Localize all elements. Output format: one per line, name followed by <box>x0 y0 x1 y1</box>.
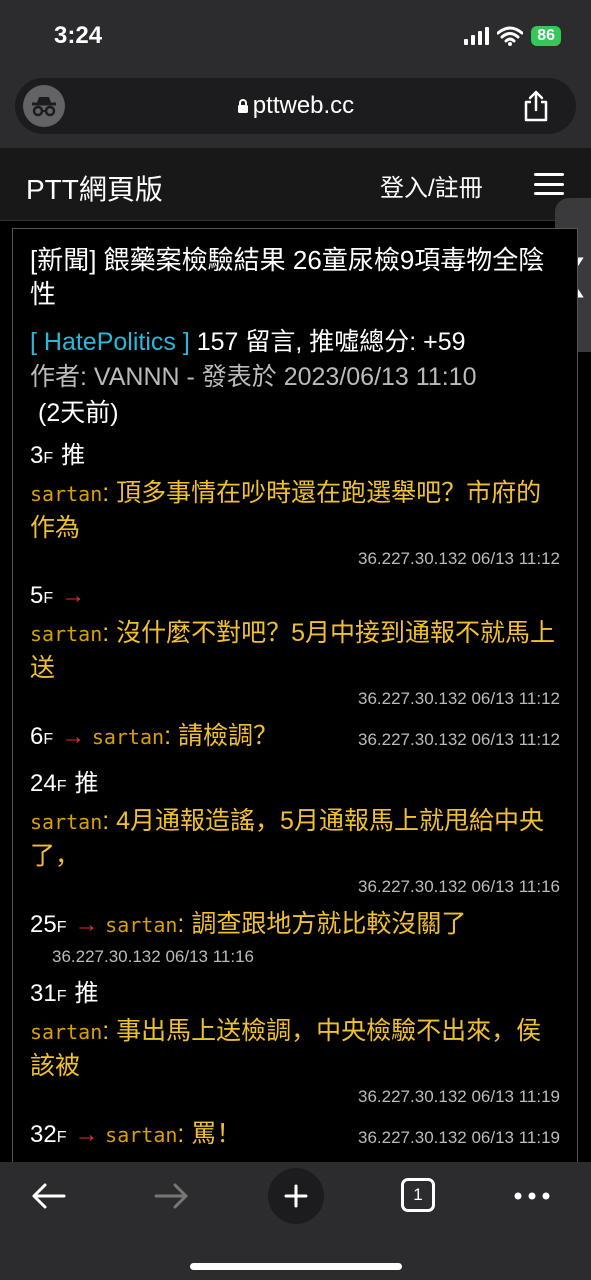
comment-text: 事出馬上送檢調，中央檢驗不出來，侯該被 <box>30 1017 542 1080</box>
back-icon[interactable] <box>20 1172 76 1220</box>
comment-text: 調查跟地方就比較沒關了 <box>191 910 467 938</box>
article-meta: [ HatePolitics ] 157 留言, 推噓總分: +59 <box>30 325 560 359</box>
battery-indicator: 86 <box>531 26 561 46</box>
share-icon[interactable] <box>516 86 556 126</box>
comment-text: 4月通報造謠，5月通報馬上就甩給中央了， <box>30 807 544 870</box>
wifi-icon <box>497 26 524 46</box>
browser-toolbar: 1 <box>0 1162 591 1280</box>
menu-icon[interactable] <box>534 173 564 195</box>
status-bar: 3:24 86 <box>0 0 591 76</box>
comment-text: 沒什麼不對吧？5月中接到通報不就馬上送 <box>30 619 556 682</box>
url-display[interactable]: pttweb.cc <box>15 92 576 120</box>
arrow-tag: → <box>74 911 99 938</box>
comment-item: 5F → sartan: 沒什麼不對吧？5月中接到通報不就馬上送 36.227.3… <box>30 579 560 713</box>
comment-floor: 6F <box>30 723 54 750</box>
comment-floor: 32F <box>30 1121 67 1148</box>
comment-floor: 31F <box>30 980 67 1007</box>
board-link[interactable]: [ HatePolitics ] <box>30 328 190 356</box>
article-container: [新聞] 餵藥案檢驗結果 26童尿檢9項毒物全陰性 [ HatePolitics… <box>12 228 578 1168</box>
comment-floor: 5F <box>30 582 54 609</box>
comment-user[interactable]: sartan <box>30 482 102 506</box>
comment-text: 請檢調？ <box>177 722 278 750</box>
comment-item: 24F 推 sartan: 4月通報造謠，5月通報馬上就甩給中央了， 36.227… <box>30 767 560 901</box>
comment-ip-time: 36.227.30.132 06/13 11:16 <box>358 877 560 896</box>
comment-ip-time: 36.227.30.132 06/13 11:19 <box>358 1087 560 1106</box>
comment-item: 36.227.30.132 06/13 11:19 32F → sartan: 罵… <box>30 1117 560 1155</box>
comment-ip-time: 36.227.30.132 06/13 11:12 <box>358 730 560 749</box>
login-register-link[interactable]: 登入/註冊 <box>380 168 483 203</box>
more-icon[interactable] <box>504 1172 560 1220</box>
push-tag: 推 <box>74 770 99 797</box>
comment-floor: 25F <box>30 911 67 938</box>
comment-user[interactable]: sartan <box>92 725 164 749</box>
status-time: 3:24 <box>54 22 103 49</box>
cellular-signal-icon <box>464 27 490 45</box>
article-title: [新聞] 餵藥案檢驗結果 26童尿檢9項毒物全陰性 <box>30 245 545 309</box>
address-bar[interactable]: pttweb.cc <box>15 78 576 134</box>
comment-ip-time: 36.227.30.132 06/13 11:19 <box>358 1128 560 1147</box>
comment-user[interactable]: sartan <box>30 810 102 834</box>
comment-user[interactable]: sartan <box>30 1020 102 1044</box>
article-stats: 157 留言, 推噓總分: +59 <box>196 328 466 356</box>
comment-floor: 24F <box>30 770 67 797</box>
comment-ip-time: 36.227.30.132 06/13 11:12 <box>358 689 560 708</box>
arrow-tag: → <box>61 582 86 609</box>
comment-item: 36.227.30.132 06/13 11:12 6F → sartan: 請檢… <box>30 719 560 757</box>
push-tag: 推 <box>61 442 86 469</box>
site-title[interactable]: PTT網頁版 <box>26 168 163 208</box>
arrow-tag: → <box>74 1121 99 1148</box>
comment-item: 25F → sartan: 調查跟地方就比較沒關了 36.227.30.132 0… <box>30 907 560 969</box>
comment-user[interactable]: sartan <box>30 622 102 646</box>
lock-icon <box>237 99 248 113</box>
url-text: pttweb.cc <box>252 92 355 119</box>
plus-icon[interactable] <box>268 1168 324 1224</box>
comment-ip-time: 36.227.30.132 06/13 11:16 <box>52 947 254 966</box>
comment-ip-time: 36.227.30.132 06/13 11:12 <box>358 549 560 568</box>
arrow-tag: → <box>61 723 86 750</box>
comment-text: 頂多事情在吵時還在跑選舉吧？市府的作為 <box>30 479 542 542</box>
comment-floor: 3F <box>30 442 54 469</box>
home-indicator <box>190 1263 402 1270</box>
browser-address-area: pttweb.cc <box>0 76 591 148</box>
comment-text: 罵！ <box>191 1120 242 1148</box>
tabs-icon[interactable]: 1 <box>401 1178 435 1212</box>
forward-icon[interactable] <box>144 1172 200 1220</box>
article-author-line: 作者: VANNN - 發表於 2023/06/13 11:10 (2天前) <box>30 359 560 431</box>
comment-item: 31F 推 sartan: 事出馬上送檢調，中央檢驗不出來，侯該被 36.227.… <box>30 977 560 1111</box>
comment-user[interactable]: sartan <box>105 913 177 937</box>
comment-user[interactable]: sartan <box>105 1123 177 1147</box>
status-icons: 86 <box>464 26 561 46</box>
author-line: 作者: VANNN - 發表於 2023/06/13 11:10 <box>30 363 477 391</box>
comment-item: 3F 推 sartan: 頂多事情在吵時還在跑選舉吧？市府的作為 36.227.3… <box>30 439 560 573</box>
push-tag: 推 <box>74 980 99 1007</box>
site-header: PTT網頁版 登入/註冊 <box>0 148 591 221</box>
relative-time: (2天前) <box>38 399 119 427</box>
